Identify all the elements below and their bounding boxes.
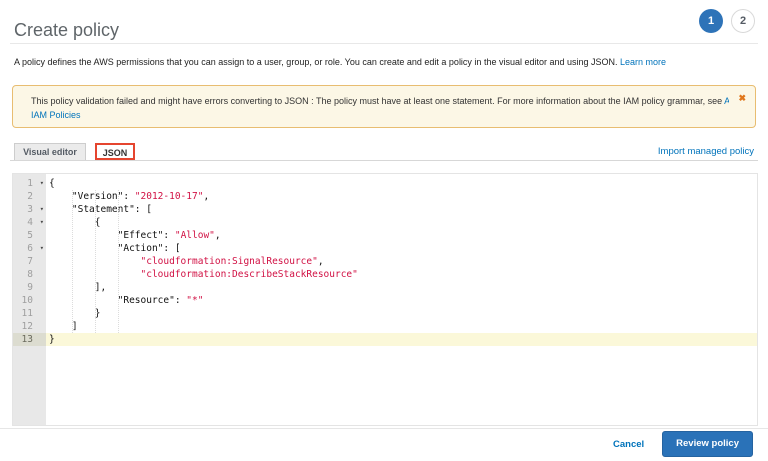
gutter-line-number: 7 xyxy=(13,255,46,268)
create-policy-page: Create policy 1 2 A policy defines the A… xyxy=(0,0,768,461)
code-line[interactable]: "cloudformation:DescribeStackResource" xyxy=(46,268,757,281)
footer-divider xyxy=(0,428,768,429)
tab-visual-editor[interactable]: Visual editor xyxy=(14,143,86,160)
page-title: Create policy xyxy=(14,20,119,41)
tab-json[interactable]: JSON xyxy=(95,143,135,160)
close-icon[interactable]: ✖ xyxy=(738,91,746,105)
alert-message-line1: This policy validation failed and might … xyxy=(31,94,729,108)
code-line[interactable]: ] xyxy=(46,320,757,333)
alert-message-line2: IAM Policies xyxy=(31,108,729,122)
fold-toggle-icon[interactable]: ▾ xyxy=(40,216,44,229)
code-line[interactable]: "Action": [ xyxy=(46,242,757,255)
gutter-line-number: 5 xyxy=(13,229,46,242)
indent-guide xyxy=(95,190,96,333)
gutter-line-number: 11 xyxy=(13,307,46,320)
review-policy-button[interactable]: Review policy xyxy=(662,431,753,457)
iam-policies-link-part1[interactable]: AWS xyxy=(724,96,729,106)
gutter-line-number: 12 xyxy=(13,320,46,333)
code-line[interactable]: "Statement": [ xyxy=(46,203,757,216)
code-line[interactable]: } xyxy=(46,333,757,346)
step-2-badge: 2 xyxy=(731,9,755,33)
editor-code-area[interactable]: { "Version": "2012-10-17", "Statement": … xyxy=(46,174,757,425)
cancel-button[interactable]: Cancel xyxy=(613,439,644,450)
footer-actions: Cancel Review policy xyxy=(613,431,753,457)
iam-policies-link-part2[interactable]: IAM Policies xyxy=(31,110,81,120)
json-editor: 1▾23▾4▾56▾78910111213 { "Version": "2012… xyxy=(12,173,758,426)
import-managed-policy-link[interactable]: Import managed policy xyxy=(658,146,754,157)
code-line[interactable]: ], xyxy=(46,281,757,294)
header-divider xyxy=(10,43,758,44)
gutter-line-number: 13 xyxy=(13,333,46,346)
validation-alert-banner: This policy validation failed and might … xyxy=(12,85,756,128)
indent-guide xyxy=(118,190,119,333)
learn-more-link[interactable]: Learn more xyxy=(620,57,666,67)
gutter-line-number: 4▾ xyxy=(13,216,46,229)
code-line[interactable]: "Version": "2012-10-17", xyxy=(46,190,757,203)
gutter-line-number: 3▾ xyxy=(13,203,46,216)
intro-text: A policy defines the AWS permissions tha… xyxy=(14,57,666,67)
step-indicator: 1 2 xyxy=(699,9,755,33)
alert-message: This policy validation failed and might … xyxy=(31,96,724,106)
gutter-line-number: 1▾ xyxy=(13,177,46,190)
code-line[interactable]: { xyxy=(46,216,757,229)
gutter-line-number: 6▾ xyxy=(13,242,46,255)
intro-description: A policy defines the AWS permissions tha… xyxy=(14,57,620,67)
gutter-line-number: 10 xyxy=(13,294,46,307)
fold-toggle-icon[interactable]: ▾ xyxy=(40,203,44,216)
indent-guide xyxy=(72,190,73,333)
gutter-line-number: 2 xyxy=(13,190,46,203)
code-line[interactable]: { xyxy=(46,177,757,190)
code-line[interactable]: } xyxy=(46,307,757,320)
code-line[interactable]: "cloudformation:SignalResource", xyxy=(46,255,757,268)
editor-gutter: 1▾23▾4▾56▾78910111213 xyxy=(13,174,46,425)
gutter-line-number: 8 xyxy=(13,268,46,281)
code-line[interactable]: "Resource": "*" xyxy=(46,294,757,307)
fold-toggle-icon[interactable]: ▾ xyxy=(40,177,44,190)
gutter-line-number: 9 xyxy=(13,281,46,294)
fold-toggle-icon[interactable]: ▾ xyxy=(40,242,44,255)
code-line[interactable]: "Effect": "Allow", xyxy=(46,229,757,242)
step-1-badge: 1 xyxy=(699,9,723,33)
